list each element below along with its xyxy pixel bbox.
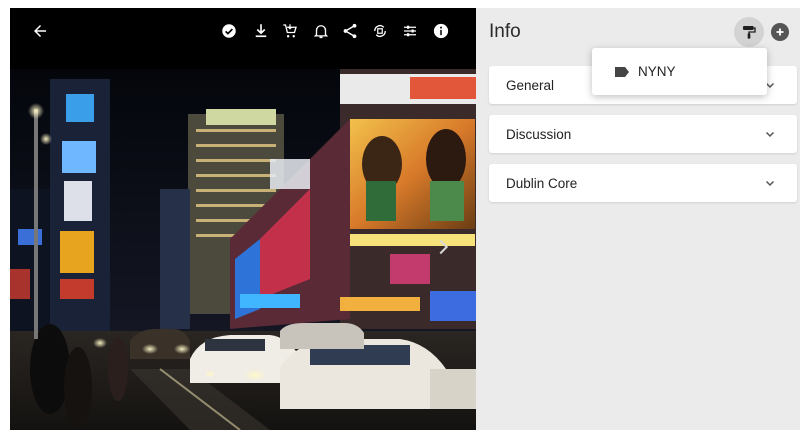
section-label: Discussion [506, 127, 572, 142]
section-dublin-core[interactable]: Dublin Core [489, 164, 797, 202]
share-icon[interactable] [339, 20, 361, 42]
label-menu-item-text: NYNY [638, 64, 676, 79]
section-discussion[interactable]: Discussion [489, 115, 797, 153]
info-icon[interactable] [430, 20, 452, 42]
download-icon[interactable] [250, 20, 272, 42]
chevron-down-icon [763, 127, 777, 141]
label-tag-icon [614, 65, 630, 77]
paint-roller-icon[interactable] [734, 17, 764, 47]
viewer-toolbar [10, 8, 476, 54]
image-viewer [10, 8, 476, 430]
section-label: General [506, 78, 555, 93]
panel-title: Info [489, 21, 521, 42]
add-circle-icon[interactable] [771, 23, 789, 41]
chevron-right-icon[interactable] [432, 236, 454, 258]
photo-image [10, 69, 476, 430]
adjust-icon[interactable] [399, 20, 421, 42]
arrow-left-icon[interactable] [29, 20, 51, 42]
label-menu-item[interactable]: NYNY [592, 48, 767, 95]
bell-icon[interactable] [310, 20, 332, 42]
rotate-crop-icon[interactable] [369, 20, 391, 42]
check-circle-icon[interactable] [218, 20, 240, 42]
chevron-down-icon [763, 176, 777, 190]
section-label: Dublin Core [506, 176, 578, 191]
cart-icon[interactable] [279, 20, 301, 42]
